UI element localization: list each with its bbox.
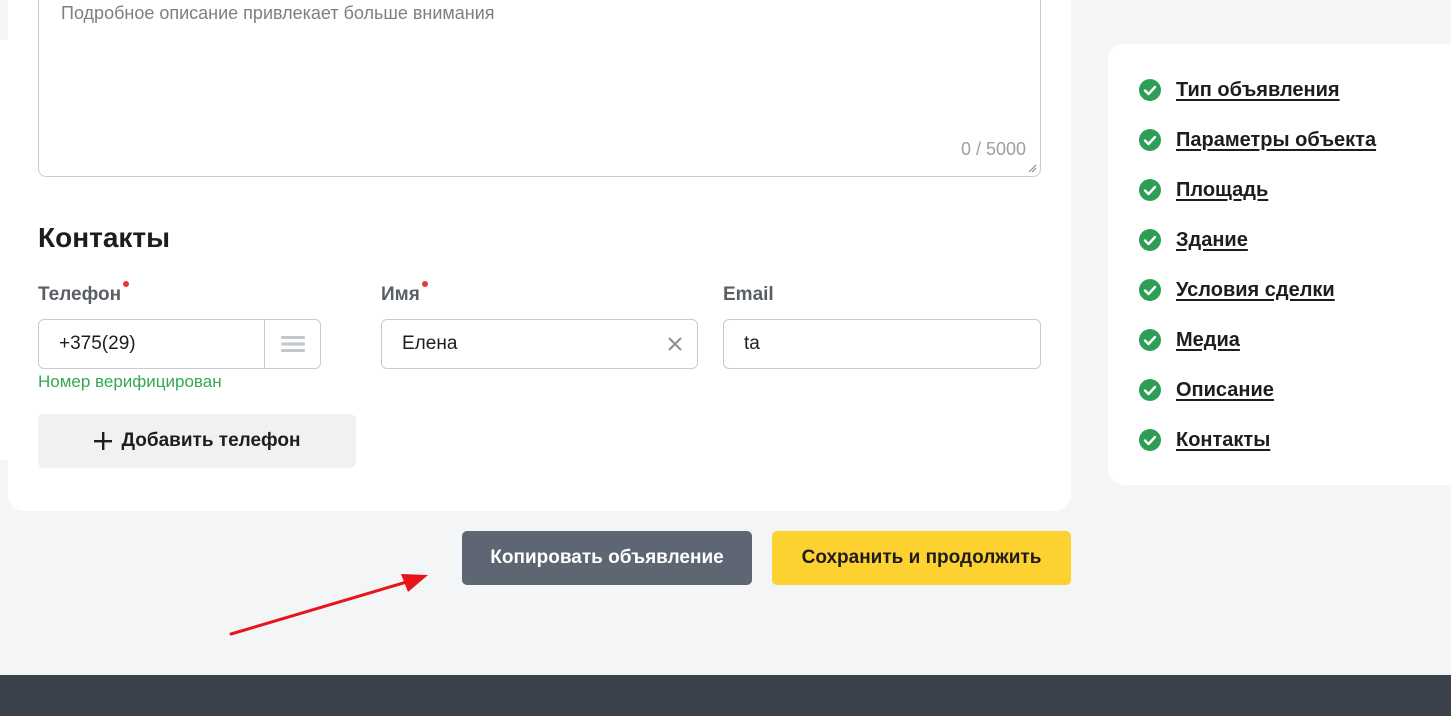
phone-verified-text: Номер верифицирован: [38, 372, 222, 391]
description-textarea[interactable]: Подробное описание привлекает больше вни…: [38, 0, 1041, 177]
nav-item-media[interactable]: Медиа: [1138, 328, 1240, 352]
left-panel-edge: [0, 40, 8, 460]
save-continue-button[interactable]: Сохранить и продолжить: [772, 531, 1071, 585]
nav-label: Площадь: [1176, 178, 1269, 201]
email-value: ta: [744, 333, 760, 354]
check-circle-icon: [1139, 279, 1161, 301]
nav-item-listing-type[interactable]: Тип объявления: [1138, 78, 1340, 102]
name-value: Елена: [402, 333, 458, 354]
close-icon[interactable]: [665, 334, 685, 354]
name-input[interactable]: Елена: [381, 319, 698, 369]
email-label: Email: [723, 284, 774, 306]
contacts-title: Контакты: [38, 222, 171, 253]
nav-label: Контакты: [1176, 428, 1271, 451]
check-circle-icon: [1139, 129, 1161, 151]
email-input[interactable]: ta: [723, 319, 1041, 369]
nav-label: Условия сделки: [1176, 278, 1335, 301]
nav-item-building[interactable]: Здание: [1138, 228, 1248, 252]
check-circle-icon: [1139, 429, 1161, 451]
section-nav: Тип объявления Параметры объекта Площадь…: [1108, 44, 1451, 485]
check-circle-icon: [1139, 229, 1161, 251]
nav-label: Параметры объекта: [1176, 128, 1377, 151]
add-phone-label: Добавить телефон: [121, 430, 301, 451]
description-placeholder: Подробное описание привлекает больше вни…: [61, 3, 495, 23]
phone-value: +375(29): [59, 333, 136, 354]
check-circle-icon: [1139, 179, 1161, 201]
nav-label: Медиа: [1176, 328, 1240, 351]
add-phone-button[interactable]: Добавить телефон: [38, 414, 356, 468]
check-circle-icon: [1139, 79, 1161, 101]
nav-item-deal-terms[interactable]: Условия сделки: [1138, 278, 1335, 302]
page-footer: [0, 675, 1451, 716]
email-label-text: Email: [723, 284, 774, 305]
copy-listing-button[interactable]: Копировать объявление: [462, 531, 752, 585]
check-circle-icon: [1139, 379, 1161, 401]
phone-label-text: Телефон: [38, 284, 122, 305]
hamburger-menu-icon: [280, 336, 305, 352]
nav-item-description[interactable]: Описание: [1138, 378, 1274, 402]
nav-item-area[interactable]: Площадь: [1138, 178, 1268, 202]
plus-icon: [94, 432, 113, 450]
phone-label: Телефон: [38, 281, 130, 306]
resize-grip-icon[interactable]: [1027, 163, 1037, 173]
nav-label: Тип объявления: [1176, 78, 1340, 101]
name-label-text: Имя: [381, 284, 420, 305]
nav-item-contacts[interactable]: Контакты: [1138, 428, 1270, 452]
nav-label: Описание: [1176, 378, 1274, 401]
phone-menu-button[interactable]: [264, 320, 320, 368]
required-indicator: [421, 281, 428, 287]
char-counter: 0 / 5000: [960, 139, 1026, 159]
name-label: Имя: [381, 281, 428, 306]
phone-input[interactable]: +375(29): [38, 319, 321, 369]
nav-item-object-params[interactable]: Параметры объекта: [1138, 128, 1376, 152]
check-circle-icon: [1139, 329, 1161, 351]
nav-label: Здание: [1176, 228, 1248, 251]
